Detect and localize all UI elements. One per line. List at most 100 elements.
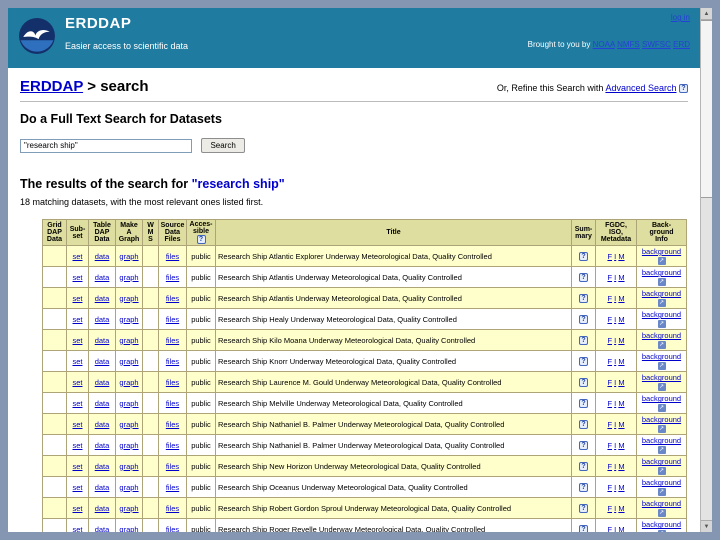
- metadata-link-f[interactable]: F: [607, 441, 612, 450]
- graph-link[interactable]: graph: [119, 483, 138, 492]
- org-link-nmfs[interactable]: NMFS: [617, 40, 640, 49]
- external-link-icon[interactable]: ↗: [657, 509, 666, 518]
- external-link-icon[interactable]: ↗: [657, 341, 666, 350]
- subset-link[interactable]: set: [72, 483, 82, 492]
- help-icon[interactable]: ?: [579, 335, 588, 345]
- graph-link[interactable]: graph: [119, 420, 138, 429]
- subset-link[interactable]: set: [72, 294, 82, 303]
- metadata-link-f[interactable]: F: [607, 462, 612, 471]
- metadata-link-f[interactable]: F: [607, 357, 612, 366]
- background-link[interactable]: background: [642, 436, 681, 445]
- external-link-icon[interactable]: ↗: [657, 488, 666, 497]
- subset-link[interactable]: set: [72, 420, 82, 429]
- tabledap-link[interactable]: data: [95, 399, 110, 408]
- metadata-link-m[interactable]: M: [618, 483, 624, 492]
- graph-link[interactable]: graph: [119, 273, 138, 282]
- tabledap-link[interactable]: data: [95, 336, 110, 345]
- tabledap-link[interactable]: data: [95, 357, 110, 366]
- help-icon[interactable]: ?: [579, 524, 588, 532]
- external-link-icon[interactable]: ↗: [657, 530, 666, 532]
- files-link[interactable]: files: [166, 252, 179, 261]
- files-link[interactable]: files: [166, 336, 179, 345]
- files-link[interactable]: files: [166, 441, 179, 450]
- metadata-link-m[interactable]: M: [618, 399, 624, 408]
- subset-link[interactable]: set: [72, 378, 82, 387]
- tabledap-link[interactable]: data: [95, 525, 110, 532]
- scroll-up-icon[interactable]: ▲: [701, 8, 712, 20]
- external-link-icon[interactable]: ↗: [657, 467, 666, 476]
- metadata-link-i[interactable]: I: [614, 399, 616, 408]
- metadata-link-f[interactable]: F: [607, 378, 612, 387]
- search-button[interactable]: Search: [201, 138, 245, 153]
- metadata-link-f[interactable]: F: [607, 252, 612, 261]
- metadata-link-m[interactable]: M: [618, 315, 624, 324]
- graph-link[interactable]: graph: [119, 525, 138, 532]
- files-link[interactable]: files: [166, 483, 179, 492]
- files-link[interactable]: files: [166, 378, 179, 387]
- org-link-noaa[interactable]: NOAA: [593, 40, 615, 49]
- breadcrumb-home-link[interactable]: ERDDAP: [20, 78, 83, 95]
- metadata-link-m[interactable]: M: [618, 273, 624, 282]
- subset-link[interactable]: set: [72, 315, 82, 324]
- tabledap-link[interactable]: data: [95, 504, 110, 513]
- metadata-link-f[interactable]: F: [607, 273, 612, 282]
- graph-link[interactable]: graph: [119, 441, 138, 450]
- graph-link[interactable]: graph: [119, 357, 138, 366]
- tabledap-link[interactable]: data: [95, 378, 110, 387]
- help-icon[interactable]: ?: [579, 461, 588, 471]
- external-link-icon[interactable]: ↗: [657, 383, 666, 392]
- external-link-icon[interactable]: ↗: [657, 446, 666, 455]
- metadata-link-f[interactable]: F: [607, 483, 612, 492]
- login-link[interactable]: log in: [671, 13, 690, 22]
- metadata-link-i[interactable]: I: [614, 504, 616, 513]
- metadata-link-i[interactable]: I: [614, 336, 616, 345]
- graph-link[interactable]: graph: [119, 315, 138, 324]
- help-icon[interactable]: ?: [579, 314, 588, 324]
- graph-link[interactable]: graph: [119, 504, 138, 513]
- metadata-link-i[interactable]: I: [614, 294, 616, 303]
- metadata-link-m[interactable]: M: [618, 378, 624, 387]
- tabledap-link[interactable]: data: [95, 441, 110, 450]
- subset-link[interactable]: set: [72, 462, 82, 471]
- advanced-search-link[interactable]: Advanced Search: [605, 83, 676, 93]
- metadata-link-i[interactable]: I: [614, 273, 616, 282]
- files-link[interactable]: files: [166, 294, 179, 303]
- help-icon[interactable]: ?: [196, 235, 206, 244]
- files-link[interactable]: files: [166, 399, 179, 408]
- background-link[interactable]: background: [642, 520, 681, 529]
- graph-link[interactable]: graph: [119, 294, 138, 303]
- external-link-icon[interactable]: ↗: [657, 425, 666, 434]
- tabledap-link[interactable]: data: [95, 315, 110, 324]
- metadata-link-i[interactable]: I: [614, 378, 616, 387]
- help-icon[interactable]: ?: [679, 84, 688, 94]
- search-input[interactable]: [20, 138, 192, 153]
- files-link[interactable]: files: [166, 273, 179, 282]
- metadata-link-m[interactable]: M: [618, 441, 624, 450]
- org-link-erd[interactable]: ERD: [673, 40, 690, 49]
- graph-link[interactable]: graph: [119, 399, 138, 408]
- subset-link[interactable]: set: [72, 357, 82, 366]
- metadata-link-i[interactable]: I: [614, 462, 616, 471]
- external-link-icon[interactable]: ↗: [657, 404, 666, 413]
- vertical-scrollbar-track[interactable]: [701, 198, 712, 520]
- help-icon[interactable]: ?: [579, 272, 588, 282]
- metadata-link-i[interactable]: I: [614, 525, 616, 532]
- help-icon[interactable]: ?: [579, 419, 588, 429]
- vertical-scrollbar[interactable]: ▲ ▼: [700, 8, 712, 532]
- vertical-scrollbar-thumb[interactable]: [701, 20, 712, 198]
- external-link-icon[interactable]: ↗: [657, 362, 666, 371]
- help-icon[interactable]: ?: [579, 251, 588, 261]
- subset-link[interactable]: set: [72, 441, 82, 450]
- background-link[interactable]: background: [642, 331, 681, 340]
- metadata-link-i[interactable]: I: [614, 420, 616, 429]
- files-link[interactable]: files: [166, 462, 179, 471]
- tabledap-link[interactable]: data: [95, 420, 110, 429]
- help-icon[interactable]: ?: [579, 398, 588, 408]
- metadata-link-f[interactable]: F: [607, 525, 612, 532]
- metadata-link-m[interactable]: M: [618, 504, 624, 513]
- help-icon[interactable]: ?: [579, 503, 588, 513]
- subset-link[interactable]: set: [72, 525, 82, 532]
- background-link[interactable]: background: [642, 478, 681, 487]
- background-link[interactable]: background: [642, 247, 681, 256]
- metadata-link-m[interactable]: M: [618, 357, 624, 366]
